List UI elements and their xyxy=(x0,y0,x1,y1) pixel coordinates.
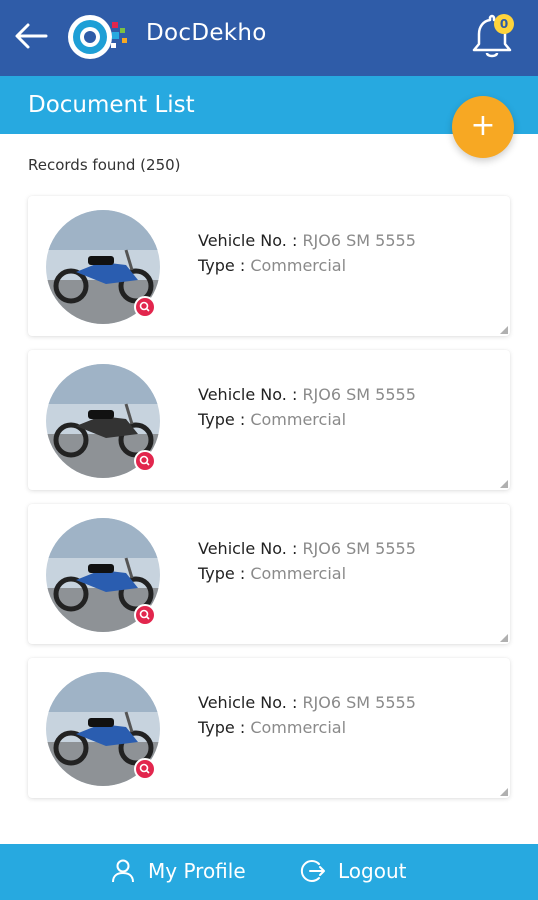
logout-icon xyxy=(300,860,325,882)
vehicle-label: Vehicle No. : xyxy=(198,539,298,558)
document-info: Vehicle No. : RJO6 SM 5555 Type : Commer… xyxy=(198,228,416,278)
vehicle-type: Commercial xyxy=(250,718,347,737)
vehicle-label: Vehicle No. : xyxy=(198,385,298,404)
app-logo-icon xyxy=(66,10,132,64)
vehicle-number: RJO6 SM 5555 xyxy=(302,385,416,404)
vehicle-type: Commercial xyxy=(250,564,347,583)
resize-corner-icon xyxy=(500,480,508,488)
document-card[interactable]: Vehicle No. : RJO6 SM 5555 Type : Commer… xyxy=(28,504,510,644)
vehicle-number: RJO6 SM 5555 xyxy=(302,693,416,712)
user-icon xyxy=(112,859,134,883)
document-card[interactable]: Vehicle No. : RJO6 SM 5555 Type : Commer… xyxy=(28,658,510,798)
notification-button[interactable] xyxy=(464,8,520,64)
back-button[interactable] xyxy=(12,18,52,54)
document-card[interactable]: Vehicle No. : RJO6 SM 5555 Type : Commer… xyxy=(28,196,510,336)
type-label: Type : xyxy=(198,256,246,275)
records-count: Records found (250) xyxy=(28,156,181,174)
document-info: Vehicle No. : RJO6 SM 5555 Type : Commer… xyxy=(198,382,416,432)
logout-label: Logout xyxy=(338,859,407,883)
zoom-icon[interactable] xyxy=(134,296,156,318)
vehicle-label: Vehicle No. : xyxy=(198,231,298,250)
back-arrow-icon xyxy=(15,23,48,49)
resize-corner-icon xyxy=(500,634,508,642)
document-info: Vehicle No. : RJO6 SM 5555 Type : Commer… xyxy=(198,536,416,586)
my-profile-label: My Profile xyxy=(148,859,246,883)
vehicle-label: Vehicle No. : xyxy=(198,693,298,712)
type-label: Type : xyxy=(198,564,246,583)
add-document-button[interactable]: + xyxy=(452,96,514,158)
bottom-navigation xyxy=(0,844,538,900)
vehicle-number: RJO6 SM 5555 xyxy=(302,231,416,250)
zoom-icon[interactable] xyxy=(134,758,156,780)
zoom-icon[interactable] xyxy=(134,450,156,472)
resize-corner-icon xyxy=(500,788,508,796)
app-title: DocDekho xyxy=(146,20,267,46)
document-info: Vehicle No. : RJO6 SM 5555 Type : Commer… xyxy=(198,690,416,740)
add-icon: + xyxy=(470,108,496,143)
bell-icon xyxy=(472,14,512,58)
vehicle-number: RJO6 SM 5555 xyxy=(302,539,416,558)
vehicle-type: Commercial xyxy=(250,256,347,275)
page-title: Document List xyxy=(28,92,195,118)
notification-count-badge: 0 xyxy=(494,14,514,34)
logout-button[interactable]: Logout xyxy=(300,858,406,884)
vehicle-type: Commercial xyxy=(250,410,347,429)
my-profile-button[interactable]: My Profile xyxy=(110,858,246,884)
document-card[interactable]: Vehicle No. : RJO6 SM 5555 Type : Commer… xyxy=(28,350,510,490)
type-label: Type : xyxy=(198,410,246,429)
zoom-icon[interactable] xyxy=(134,604,156,626)
resize-corner-icon xyxy=(500,326,508,334)
type-label: Type : xyxy=(198,718,246,737)
